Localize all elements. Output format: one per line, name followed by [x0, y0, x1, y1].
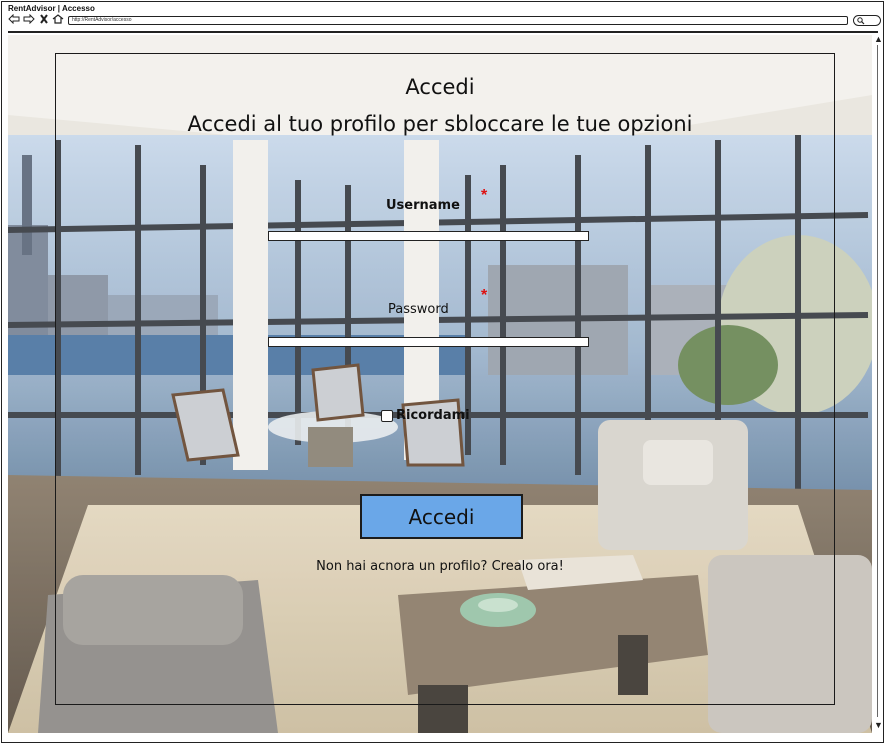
remember-me-checkbox[interactable]: [381, 409, 393, 422]
signup-prompt-text: Non hai acnora un profilo?: [316, 559, 488, 574]
password-required-marker: *: [481, 287, 488, 304]
username-label: Username: [386, 198, 460, 213]
forward-arrow-icon[interactable]: [23, 14, 35, 24]
login-panel: [55, 53, 835, 705]
home-icon[interactable]: [52, 14, 64, 24]
scrollbar-track[interactable]: [877, 45, 878, 717]
back-arrow-icon[interactable]: [8, 14, 20, 24]
page-title: Accedi: [405, 75, 475, 99]
scroll-up-icon[interactable]: ▲: [874, 35, 883, 44]
remember-me-label: Ricordami: [396, 408, 470, 423]
address-url: http://RentAdvisor/accesso: [72, 17, 132, 23]
password-label: Password: [388, 302, 449, 317]
page-subtitle: Accedi al tuo profilo per sbloccare le t…: [187, 112, 693, 136]
browser-search-box[interactable]: [853, 15, 881, 26]
page-viewport: Accedi Accedi al tuo profilo per sblocca…: [8, 35, 872, 733]
username-required-marker: *: [481, 187, 488, 204]
username-input[interactable]: [268, 231, 589, 241]
search-icon: [857, 17, 865, 25]
signup-link[interactable]: Crealo ora!: [492, 559, 564, 574]
scroll-down-icon[interactable]: ▼: [874, 721, 883, 730]
close-icon[interactable]: [38, 14, 50, 24]
vertical-scrollbar[interactable]: ▲ ▼: [873, 35, 883, 733]
window-title: RentAdvisor | Accesso: [8, 4, 95, 13]
password-input[interactable]: [268, 337, 589, 347]
signup-prompt: Non hai acnora un profilo? Crealo ora!: [8, 559, 872, 574]
chrome-divider: [8, 31, 878, 33]
login-submit-button[interactable]: Accedi: [360, 494, 523, 539]
remember-me[interactable]: Ricordami: [381, 408, 470, 423]
address-bar[interactable]: http://RentAdvisor/accesso: [68, 16, 848, 25]
